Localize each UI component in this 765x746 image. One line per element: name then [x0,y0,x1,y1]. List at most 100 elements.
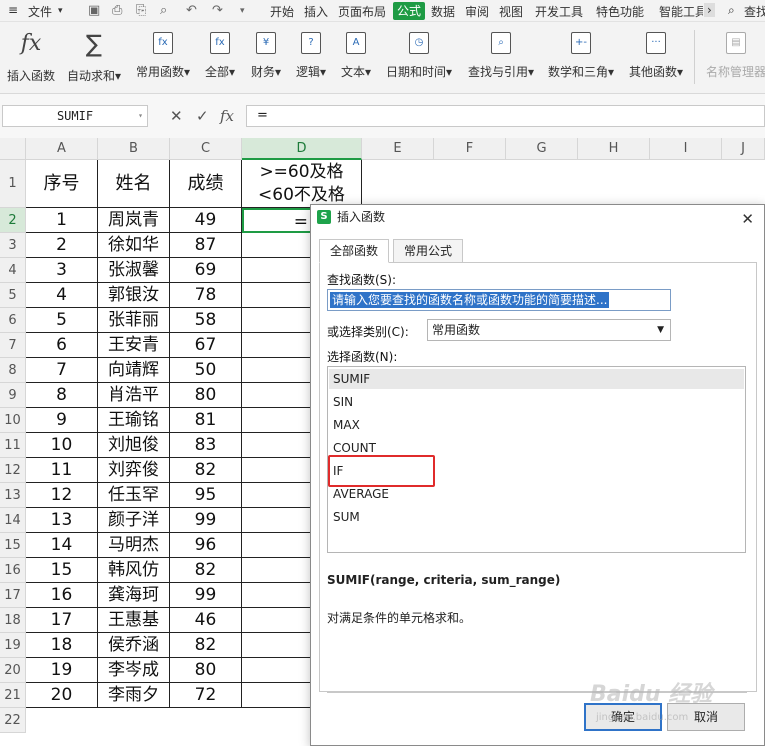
cell-name[interactable]: 刘弈俊 [98,458,170,483]
column-header-c[interactable]: C [170,138,242,160]
cell-seq[interactable]: 10 [26,433,98,458]
cell-name[interactable]: 马明杰 [98,533,170,558]
tab-all-functions[interactable]: 全部函数 [319,239,390,263]
print-icon[interactable]: ⎘ [136,3,146,18]
row-header-10[interactable]: 10 [0,408,26,433]
tab-common-formulas[interactable]: 常用公式 [393,239,464,263]
menu-view[interactable]: 视图 [499,3,523,20]
name-box-dropdown-icon[interactable]: ▾ [138,106,143,126]
row-header-14[interactable]: 14 [0,508,26,533]
cell-name[interactable]: 张菲丽 [98,308,170,333]
cell-seq[interactable]: 15 [26,558,98,583]
cell-seq[interactable]: 17 [26,608,98,633]
cell-score[interactable]: 46 [170,608,242,633]
cell-seq[interactable]: 8 [26,383,98,408]
cell-score[interactable]: 50 [170,358,242,383]
cell-name[interactable]: 王安青 [98,333,170,358]
menu-page-layout[interactable]: 页面布局 [338,3,386,20]
redo-icon[interactable]: ↷ [212,3,223,18]
cell-name[interactable]: 徐如华 [98,233,170,258]
cell-seq[interactable]: 13 [26,508,98,533]
cell-seq[interactable]: 18 [26,633,98,658]
cell-score[interactable]: 99 [170,583,242,608]
cell-seq[interactable]: 20 [26,683,98,708]
header-cell-name[interactable]: 姓名 [98,160,170,208]
function-item-sum[interactable]: SUM [329,507,744,527]
cell-score[interactable]: 81 [170,408,242,433]
function-item-max[interactable]: MAX [329,415,744,435]
row-header-8[interactable]: 8 [0,358,26,383]
row-header-20[interactable]: 20 [0,658,26,683]
search-icon[interactable]: ⌕ [728,3,735,18]
quick-access-dropdown-icon[interactable]: ▾ [240,6,245,16]
name-manager-button[interactable]: ▤ 名称管理器 [704,32,765,80]
close-icon[interactable]: ✕ [741,207,754,231]
column-header-a[interactable]: A [26,138,98,160]
row-header-15[interactable]: 15 [0,533,26,558]
header-cell-score[interactable]: 成绩 [170,160,242,208]
autosum-button[interactable]: ∑ 自动求和▾ [64,32,124,84]
column-header-g[interactable]: G [506,138,578,160]
cell-score[interactable]: 72 [170,683,242,708]
cell-score[interactable]: 95 [170,483,242,508]
menu-data[interactable]: 数据 [431,3,455,20]
cell-seq[interactable]: 2 [26,233,98,258]
row-header-19[interactable]: 19 [0,633,26,658]
function-item-sumif[interactable]: SUMIF [329,369,744,389]
menu-icon[interactable]: ≡ [8,3,18,17]
header-cell-grade[interactable]: >=60及格 <60不及格 [242,160,362,208]
save-icon[interactable]: ▣ [88,3,100,18]
confirm-icon[interactable]: ✓ [196,107,209,125]
cell-name[interactable]: 王瑜铭 [98,408,170,433]
cell-score[interactable]: 82 [170,558,242,583]
cell-name[interactable]: 郭银汝 [98,283,170,308]
cell-name[interactable]: 龚海珂 [98,583,170,608]
insert-function-button[interactable]: fx 插入函数 [4,32,58,84]
menu-formula[interactable]: 公式 [393,2,426,20]
other-functions-button[interactable]: ··· 其他函数▾ [626,32,686,80]
cell-seq[interactable]: 3 [26,258,98,283]
cell-score[interactable]: 87 [170,233,242,258]
menu-review[interactable]: 审阅 [465,3,489,20]
cell-seq[interactable]: 9 [26,408,98,433]
cell-seq[interactable]: 7 [26,358,98,383]
math-trig-button[interactable]: +- 数学和三角▾ [545,32,617,80]
text-button[interactable]: A 文本▾ [338,32,374,80]
menu-insert[interactable]: 插入 [304,3,328,20]
cell-score[interactable]: 49 [170,208,242,233]
all-functions-button[interactable]: fx 全部▾ [202,32,238,80]
menu-smart-tools[interactable]: 智能工具 [659,3,703,20]
cell-name[interactable]: 周岚青 [98,208,170,233]
date-time-button[interactable]: ◷ 日期和时间▾ [384,32,454,80]
cell-seq[interactable]: 4 [26,283,98,308]
menu-more-icon[interactable]: › [704,3,715,17]
cell-name[interactable]: 侯乔涵 [98,633,170,658]
formula-input[interactable]: = [246,105,765,127]
row-header-22[interactable]: 22 [0,708,26,733]
cell-name[interactable]: 肖浩平 [98,383,170,408]
function-item-sin[interactable]: SIN [329,392,744,412]
cell-score[interactable]: 78 [170,283,242,308]
column-header-h[interactable]: H [578,138,650,160]
row-header-18[interactable]: 18 [0,608,26,633]
row-header-9[interactable]: 9 [0,383,26,408]
cell-score[interactable]: 82 [170,633,242,658]
row-header-13[interactable]: 13 [0,483,26,508]
logical-button[interactable]: ? 逻辑▾ [293,32,329,80]
name-box[interactable]: SUMIF ▾ [2,105,148,127]
cell-name[interactable]: 刘旭俊 [98,433,170,458]
cell-name[interactable]: 李雨夕 [98,683,170,708]
menu-search[interactable]: 查找 [744,3,765,20]
row-header-5[interactable]: 5 [0,283,26,308]
cell-score[interactable]: 67 [170,333,242,358]
column-header-d[interactable]: D [242,138,362,160]
cell-score[interactable]: 80 [170,658,242,683]
row-header-21[interactable]: 21 [0,683,26,708]
cell-seq[interactable]: 5 [26,308,98,333]
cell-seq[interactable]: 11 [26,458,98,483]
cell-score[interactable]: 96 [170,533,242,558]
category-select[interactable]: 常用函数 ▼ [427,319,671,341]
dropdown-arrow-icon[interactable]: ▼ [657,320,664,340]
column-header-e[interactable]: E [362,138,434,160]
cell-seq[interactable]: 16 [26,583,98,608]
